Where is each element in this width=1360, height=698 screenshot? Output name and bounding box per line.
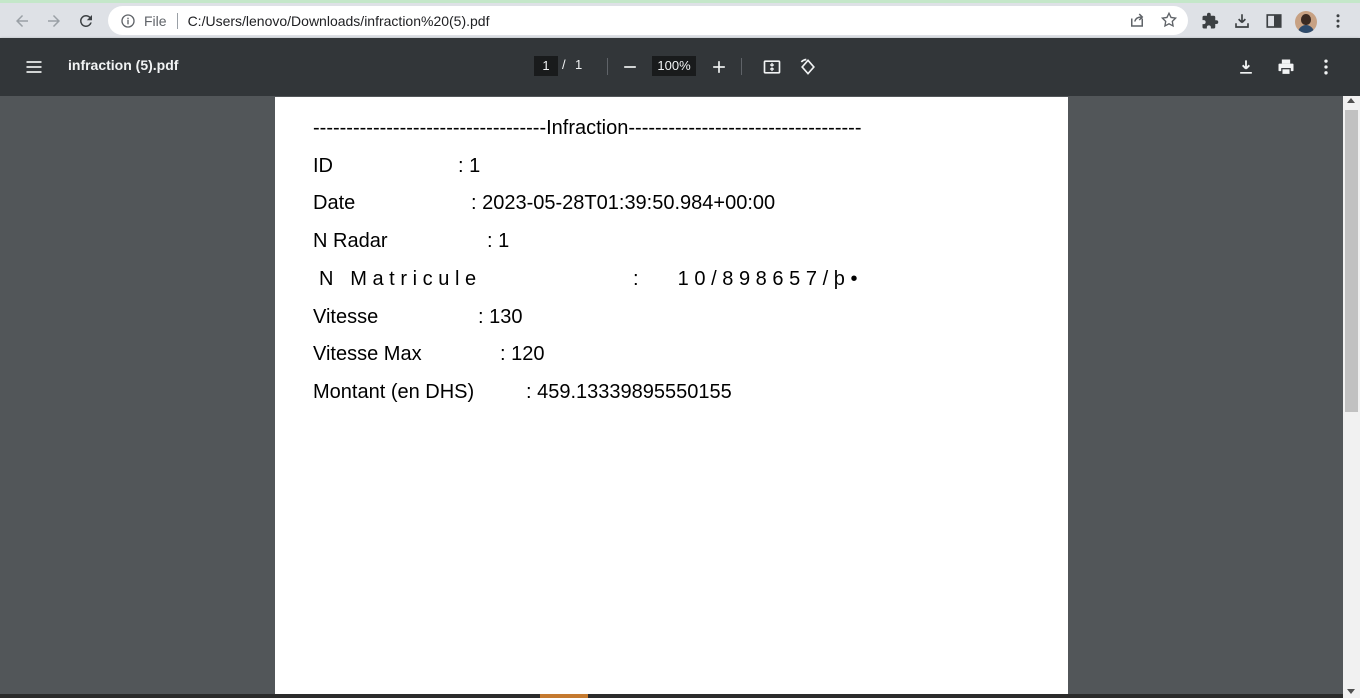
download-button[interactable] bbox=[1234, 55, 1258, 79]
kebab-menu-icon bbox=[1324, 59, 1328, 75]
pdf-toolbar: infraction (5).pdf 1 / 1 100% bbox=[0, 38, 1360, 96]
field-label-vitesse: Vitesse bbox=[313, 306, 379, 328]
field-value-date: : 2023-05-28T01:39:50.984+00:00 bbox=[471, 192, 776, 214]
page-separator: / bbox=[562, 57, 566, 72]
field-value-matricule: : 10/898657/þ• bbox=[633, 268, 864, 290]
browser-toolbar: File C:/Users/lenovo/Downloads/infractio… bbox=[0, 0, 1360, 38]
fit-page-icon bbox=[763, 60, 781, 74]
avatar[interactable] bbox=[1295, 11, 1317, 33]
rotate-icon bbox=[800, 58, 815, 75]
zoom-out-button[interactable] bbox=[618, 55, 642, 79]
taskbar-edge bbox=[0, 694, 1343, 698]
toolbar-divider bbox=[607, 58, 608, 75]
arrow-right-icon bbox=[48, 15, 60, 27]
scrollbar-thumb[interactable] bbox=[1345, 110, 1358, 412]
omnibox-divider bbox=[176, 12, 178, 29]
fit-page-button[interactable] bbox=[760, 55, 784, 79]
field-value-id: : 1 bbox=[458, 155, 481, 177]
scroll-up-arrow-icon[interactable] bbox=[1347, 98, 1355, 103]
url-text[interactable]: C:/Users/lenovo/Downloads/infraction%20(… bbox=[188, 13, 490, 29]
info-icon[interactable] bbox=[120, 13, 136, 29]
field-label-montant: Montant (en DHS) bbox=[313, 381, 475, 403]
minus-icon bbox=[624, 66, 636, 68]
toolbar-divider bbox=[741, 58, 742, 75]
page-number-input[interactable]: 1 bbox=[534, 56, 558, 76]
pdf-more-button[interactable] bbox=[1314, 55, 1338, 79]
plus-icon bbox=[713, 61, 725, 73]
rotate-button[interactable] bbox=[796, 55, 820, 79]
star-icon[interactable] bbox=[1160, 11, 1178, 32]
address-bar[interactable]: File C:/Users/lenovo/Downloads/infractio… bbox=[108, 6, 1188, 35]
forward-button[interactable] bbox=[41, 8, 67, 34]
browser-menu-button[interactable] bbox=[1326, 9, 1350, 33]
back-button[interactable] bbox=[9, 8, 35, 34]
side-panel-icon bbox=[1266, 14, 1282, 28]
field-label-id: ID bbox=[313, 155, 333, 177]
field-label-date: Date bbox=[313, 192, 356, 214]
page-total: 1 bbox=[575, 57, 583, 72]
share-icon[interactable] bbox=[1128, 11, 1146, 32]
url-scheme-label: File bbox=[144, 12, 167, 29]
scroll-down-arrow-icon[interactable] bbox=[1347, 689, 1355, 694]
downloads-button[interactable] bbox=[1230, 9, 1254, 33]
document-title: infraction (5).pdf bbox=[68, 57, 179, 73]
download-icon bbox=[1235, 14, 1249, 28]
reload-icon bbox=[79, 14, 92, 27]
taskbar-active-accent bbox=[540, 694, 588, 698]
field-label-matricule: N Matricule bbox=[319, 268, 482, 290]
side-panel-button[interactable] bbox=[1262, 9, 1286, 33]
kebab-menu-icon bbox=[1336, 14, 1340, 28]
field-value-vitesse: : 130 bbox=[478, 306, 523, 328]
field-label-vitesse-max: Vitesse Max bbox=[313, 343, 422, 365]
field-value-vitesse-max: : 120 bbox=[500, 343, 545, 365]
puzzle-icon bbox=[1202, 12, 1219, 29]
pdf-viewer[interactable]: -----------------------------------Infra… bbox=[0, 96, 1343, 698]
zoom-input[interactable]: 100% bbox=[652, 56, 696, 76]
print-icon bbox=[1278, 59, 1294, 76]
reload-button[interactable] bbox=[73, 8, 99, 34]
document-heading: -----------------------------------Infra… bbox=[313, 117, 862, 139]
hamburger-icon bbox=[26, 61, 42, 73]
extensions-button[interactable] bbox=[1198, 9, 1222, 33]
field-value-montant: : 459.13339895550155 bbox=[526, 381, 732, 403]
field-value-radar: : 1 bbox=[487, 230, 510, 252]
vertical-scrollbar[interactable] bbox=[1343, 96, 1360, 698]
sidebar-toggle-button[interactable] bbox=[22, 55, 46, 79]
pdf-page: -----------------------------------Infra… bbox=[275, 97, 1068, 698]
download-icon bbox=[1240, 60, 1252, 74]
print-button[interactable] bbox=[1274, 55, 1298, 79]
field-label-radar: N Radar bbox=[313, 230, 388, 252]
arrow-left-icon bbox=[16, 15, 28, 27]
zoom-in-button[interactable] bbox=[707, 55, 731, 79]
